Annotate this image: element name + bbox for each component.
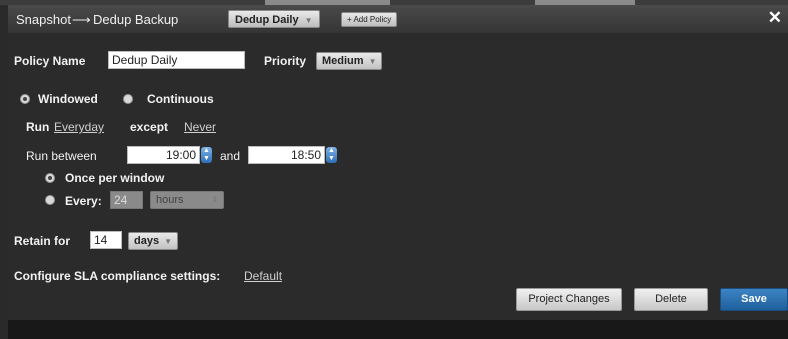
close-icon[interactable]: ✕ [768,8,782,28]
priority-label: Priority [264,54,307,68]
policy-select-button[interactable]: Dedup Daily ▼ [228,10,320,28]
policy-select-label: Dedup Daily [235,14,299,26]
continuous-radio[interactable] [123,94,133,104]
continuous-label: Continuous [147,92,214,106]
sla-label: Configure SLA compliance settings: [14,269,221,283]
sla-default-link[interactable]: Default [244,269,282,283]
chevron-down-icon: ▼ [304,16,313,25]
start-time-input[interactable] [127,146,200,164]
save-button[interactable]: Save [720,288,788,311]
policy-name-label: Policy Name [14,54,86,68]
chevron-down-icon: ▼ [164,237,172,246]
every-value-input[interactable] [110,191,143,209]
end-time-input[interactable] [248,146,325,164]
spinner-updown-icon: ⇕ [211,195,218,204]
delete-button[interactable]: Delete [634,288,708,311]
except-label: except [130,120,169,134]
add-policy-button[interactable]: + Add Policy [341,12,398,27]
start-time-spinner-icon[interactable]: ▲ ▼ [201,147,212,163]
except-days-link[interactable]: Never [184,120,216,134]
priority-select[interactable]: Medium ▼ [316,52,383,70]
crumb-snapshot: Snapshot [16,12,71,27]
crumb-arrow-icon: ⟶ [72,12,91,27]
retain-label: Retain for [14,234,71,248]
every-unit-value: hours [156,194,184,206]
and-label: and [220,149,241,163]
every-radio[interactable] [45,195,55,205]
windowed-radio[interactable] [20,94,30,104]
run-days-link[interactable]: Everyday [54,120,104,134]
once-per-window-radio[interactable] [45,173,55,183]
retain-value-input[interactable] [90,231,122,249]
end-time-spinner-icon[interactable]: ▲ ▼ [326,147,337,163]
project-changes-button[interactable]: Project Changes [516,288,622,311]
policy-name-input[interactable] [108,51,245,69]
retain-unit-select[interactable]: days ▼ [128,232,178,250]
windowed-label: Windowed [38,92,98,106]
run-label: Run [26,120,50,134]
once-per-window-label: Once per window [65,171,165,185]
every-label: Every: [65,194,102,208]
dialog-content: Policy Name Priority Medium ▼ Windowed Co… [8,33,788,320]
priority-value: Medium [322,55,364,67]
every-unit-select[interactable]: hours ⇕ [150,191,224,209]
policy-dialog: Snapshot ⟶ Dedup Backup Dedup Daily ▼ + A… [0,0,788,339]
retain-unit-value: days [134,235,160,247]
crumb-dedup-backup: Dedup Backup [93,12,179,27]
run-between-label: Run between [26,149,97,163]
dialog-footer [8,320,788,339]
chevron-down-icon: ▼ [368,57,377,66]
dialog-header: Snapshot ⟶ Dedup Backup Dedup Daily ▼ + A… [8,5,788,33]
